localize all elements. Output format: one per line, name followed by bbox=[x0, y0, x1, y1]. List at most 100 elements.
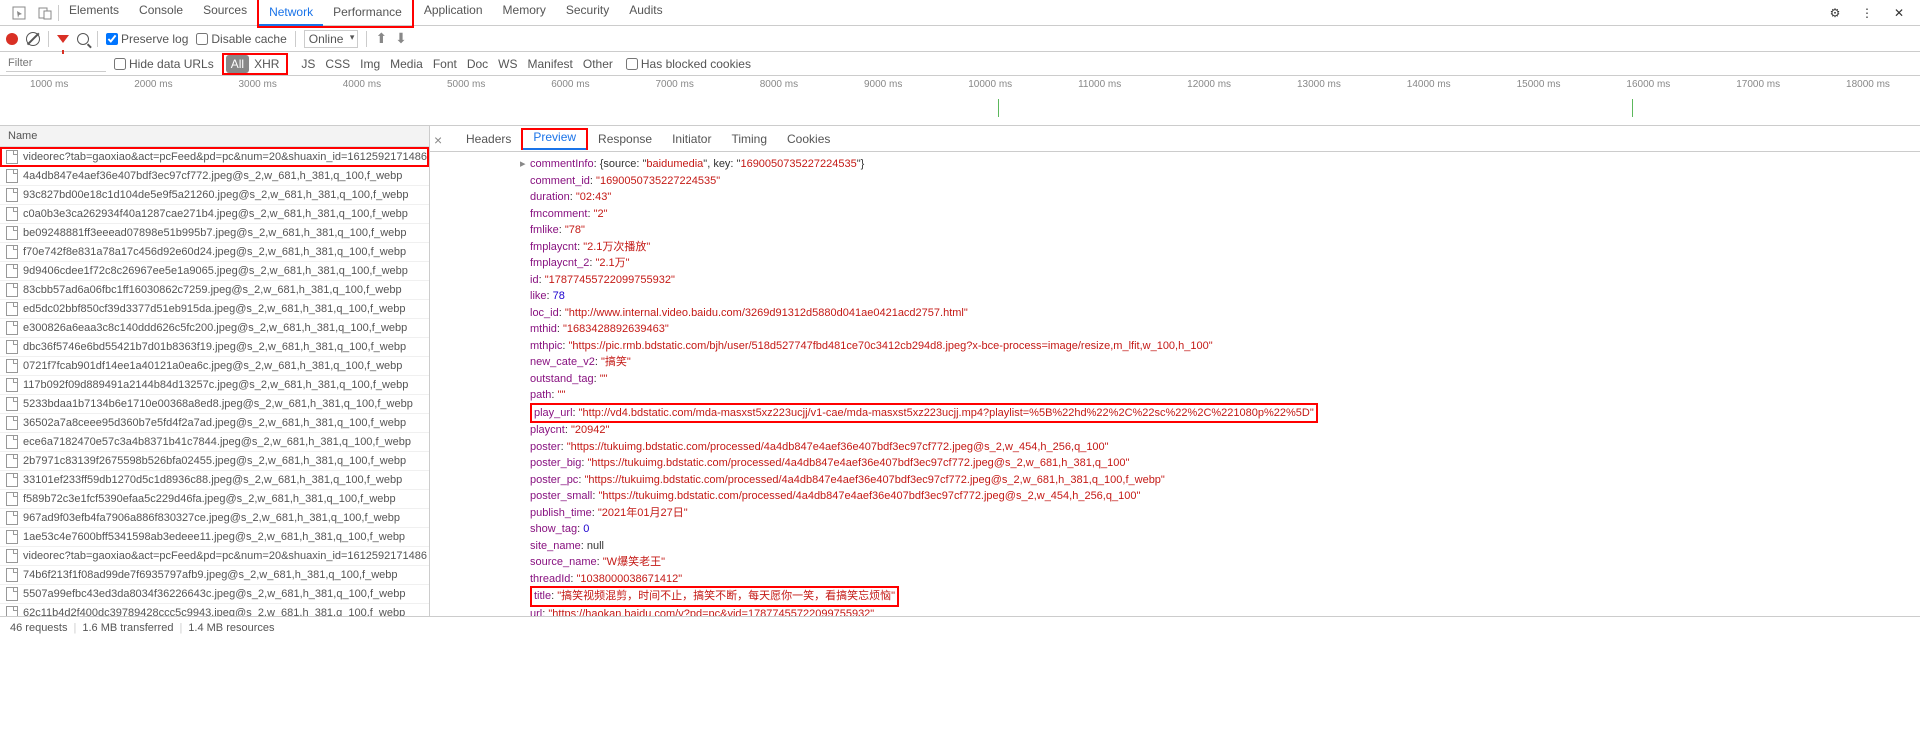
request-row[interactable]: 9d9406cdee1f72c8c26967ee5e1a9065.jpeg@s_… bbox=[0, 262, 429, 281]
type-filter-all[interactable]: All bbox=[226, 55, 249, 73]
request-row[interactable]: 1ae53c4e7600bff5341598ab3edeee11.jpeg@s_… bbox=[0, 528, 429, 547]
request-row[interactable]: f70e742f8e831a78a17c456d92e60d24.jpeg@s_… bbox=[0, 243, 429, 262]
preview-line[interactable]: fmlike: "78" bbox=[440, 222, 1910, 239]
request-row[interactable]: e300826a6eaa3c8c140ddd626c5fc200.jpeg@s_… bbox=[0, 319, 429, 338]
blocked-cookies-checkbox[interactable]: Has blocked cookies bbox=[626, 57, 751, 71]
request-row[interactable]: ece6a7182470e57c3a4b8371b41c7844.jpeg@s_… bbox=[0, 433, 429, 452]
filter-input[interactable] bbox=[6, 55, 106, 72]
preview-line[interactable]: poster_small: "https://tukuimg.bdstatic.… bbox=[440, 488, 1910, 505]
request-row[interactable]: 74b6f213f1f08ad99de7f6935797afb9.jpeg@s_… bbox=[0, 566, 429, 585]
preview-line[interactable]: like: 78 bbox=[440, 288, 1910, 305]
devtools-tab-console[interactable]: Console bbox=[129, 0, 193, 28]
devtools-tab-network[interactable]: Network bbox=[259, 0, 323, 26]
request-row[interactable]: ed5dc02bbf850cf39d3377d51eb915da.jpeg@s_… bbox=[0, 300, 429, 319]
device-toggle-icon[interactable] bbox=[36, 4, 54, 22]
type-filter-manifest[interactable]: Manifest bbox=[523, 55, 578, 73]
devtools-tab-application[interactable]: Application bbox=[414, 0, 493, 28]
preview-line[interactable]: fmplaycnt: "2.1万次播放" bbox=[440, 239, 1910, 256]
hide-data-urls-checkbox[interactable]: Hide data URLs bbox=[114, 57, 214, 71]
preview-line[interactable]: play_url: "http://vd4.bdstatic.com/mda-m… bbox=[440, 404, 1910, 423]
preview-line[interactable]: fmplaycnt_2: "2.1万" bbox=[440, 255, 1910, 272]
close-devtools-icon[interactable]: ✕ bbox=[1890, 4, 1908, 22]
more-icon[interactable]: ⋮ bbox=[1858, 4, 1876, 22]
detail-tab-cookies[interactable]: Cookies bbox=[777, 128, 840, 150]
settings-icon[interactable]: ⚙ bbox=[1826, 4, 1844, 22]
throttling-select[interactable]: Online bbox=[304, 30, 359, 48]
devtools-tab-audits[interactable]: Audits bbox=[619, 0, 672, 28]
request-row[interactable]: 33101ef233ff59db1270d5c1d8936c88.jpeg@s_… bbox=[0, 471, 429, 490]
preview-line[interactable]: threadId: "1038000038671412" bbox=[440, 571, 1910, 588]
type-filter-js[interactable]: JS bbox=[296, 55, 320, 73]
request-row[interactable]: 5507a99efbc43ed3da8034f36226643c.jpeg@s_… bbox=[0, 585, 429, 604]
preview-line[interactable]: poster: "https://tukuimg.bdstatic.com/pr… bbox=[440, 439, 1910, 456]
type-filter-img[interactable]: Img bbox=[355, 55, 385, 73]
preview-line[interactable]: url: "https://haokan.baidu.com/v?pd=pc&v… bbox=[440, 606, 1910, 617]
request-row[interactable]: 117b092f09d889491a2144b84d13257c.jpeg@s_… bbox=[0, 376, 429, 395]
preview-line[interactable]: publish_time: "2021年01月27日" bbox=[440, 505, 1910, 522]
detail-tab-timing[interactable]: Timing bbox=[721, 128, 777, 150]
preview-line[interactable]: playcnt: "20942" bbox=[440, 422, 1910, 439]
request-row[interactable]: videorec?tab=gaoxiao&act=pcFeed&pd=pc&nu… bbox=[0, 547, 429, 566]
request-row[interactable]: videorec?tab=gaoxiao&act=pcFeed&pd=pc&nu… bbox=[0, 147, 429, 167]
request-row[interactable]: 62c11b4d2f400dc39789428ccc5c9943.jpeg@s_… bbox=[0, 604, 429, 616]
request-row[interactable]: c0a0b3e3ca262934f40a1287cae271b4.jpeg@s_… bbox=[0, 205, 429, 224]
devtools-tab-sources[interactable]: Sources bbox=[193, 0, 257, 28]
type-filter-css[interactable]: CSS bbox=[320, 55, 355, 73]
type-filter-font[interactable]: Font bbox=[428, 55, 462, 73]
preview-line[interactable]: ▸commentInfo: {source: "baidumedia", key… bbox=[440, 156, 1910, 173]
devtools-tab-performance[interactable]: Performance bbox=[323, 0, 412, 26]
type-filter-xhr[interactable]: XHR bbox=[249, 55, 284, 73]
preview-line[interactable]: mthid: "1683428892639463" bbox=[440, 321, 1910, 338]
detail-tab-initiator[interactable]: Initiator bbox=[662, 128, 721, 150]
detail-tab-headers[interactable]: Headers bbox=[456, 128, 521, 150]
preview-line[interactable]: path: "" bbox=[440, 387, 1910, 404]
type-filter-other[interactable]: Other bbox=[578, 55, 618, 73]
preview-line[interactable]: poster_pc: "https://tukuimg.bdstatic.com… bbox=[440, 472, 1910, 489]
request-row[interactable]: 967ad9f03efb4fa7906a886f830327ce.jpeg@s_… bbox=[0, 509, 429, 528]
detail-tab-response[interactable]: Response bbox=[588, 128, 662, 150]
preview-line[interactable]: source_name: "W爆笑老王" bbox=[440, 554, 1910, 571]
clear-button[interactable] bbox=[26, 32, 40, 46]
timeline-overview[interactable]: 1000 ms2000 ms3000 ms4000 ms5000 ms6000 … bbox=[0, 76, 1920, 126]
request-row[interactable]: 5233bdaa1b7134b6e1710e00368a8ed8.jpeg@s_… bbox=[0, 395, 429, 414]
preserve-log-checkbox[interactable]: Preserve log bbox=[106, 32, 188, 46]
request-row[interactable]: 83cbb57ad6a06fbc1ff16030862c7259.jpeg@s_… bbox=[0, 281, 429, 300]
disable-cache-checkbox[interactable]: Disable cache bbox=[196, 32, 286, 46]
preview-line[interactable]: title: "搞笑视频混剪，时间不止，搞笑不断，每天愿你一笑，看搞笑忘烦恼" bbox=[440, 587, 1910, 606]
download-har-icon[interactable]: ⬇ bbox=[395, 30, 407, 47]
preview-line[interactable]: site_name: null bbox=[440, 538, 1910, 555]
request-row[interactable]: 4a4db847e4aef36e407bdf3ec97cf772.jpeg@s_… bbox=[0, 167, 429, 186]
record-button[interactable] bbox=[6, 33, 18, 45]
request-row[interactable]: 2b7971c83139f2675598b526bfa02455.jpeg@s_… bbox=[0, 452, 429, 471]
search-icon[interactable] bbox=[77, 33, 89, 45]
close-details-icon[interactable]: × bbox=[434, 132, 448, 146]
request-row[interactable]: be09248881ff3eeead07898e51b995b7.jpeg@s_… bbox=[0, 224, 429, 243]
type-filter-doc[interactable]: Doc bbox=[462, 55, 493, 73]
inspect-icon[interactable] bbox=[10, 4, 28, 22]
detail-tab-preview[interactable]: Preview bbox=[523, 126, 586, 150]
preview-line[interactable]: fmcomment: "2" bbox=[440, 206, 1910, 223]
preview-line[interactable]: duration: "02:43" bbox=[440, 189, 1910, 206]
preview-line[interactable]: comment_id: "1690050735227224535" bbox=[440, 173, 1910, 190]
preview-line[interactable]: new_cate_v2: "搞笑" bbox=[440, 354, 1910, 371]
request-row[interactable]: f589b72c3e1fcf5390efaa5c229d46fa.jpeg@s_… bbox=[0, 490, 429, 509]
name-column-header[interactable]: Name bbox=[0, 126, 429, 147]
preview-line[interactable]: mthpic: "https://pic.rmb.bdstatic.com/bj… bbox=[440, 338, 1910, 355]
request-row[interactable]: dbc36f5746e6bd55421b7d01b8363f19.jpeg@s_… bbox=[0, 338, 429, 357]
request-row[interactable]: 36502a7a8ceee95d360b7e5fd4f2a7ad.jpeg@s_… bbox=[0, 414, 429, 433]
request-row[interactable]: 0721f7fcab901df14ee1a40121a0ea6c.jpeg@s_… bbox=[0, 357, 429, 376]
preview-line[interactable]: id: "17877455722099755932" bbox=[440, 272, 1910, 289]
preview-line[interactable]: loc_id: "http://www.internal.video.baidu… bbox=[440, 305, 1910, 322]
filter-toggle-icon[interactable] bbox=[57, 35, 69, 43]
type-filter-media[interactable]: Media bbox=[385, 55, 428, 73]
type-filter-ws[interactable]: WS bbox=[493, 55, 522, 73]
devtools-tab-memory[interactable]: Memory bbox=[493, 0, 556, 28]
devtools-tab-elements[interactable]: Elements bbox=[59, 0, 129, 28]
preview-line[interactable]: show_tag: 0 bbox=[440, 521, 1910, 538]
preview-line[interactable]: outstand_tag: "" bbox=[440, 371, 1910, 388]
request-row[interactable]: 93c827bd00e18c1d104de5e9f5a21260.jpeg@s_… bbox=[0, 186, 429, 205]
preview-line[interactable]: poster_big: "https://tukuimg.bdstatic.co… bbox=[440, 455, 1910, 472]
devtools-tab-security[interactable]: Security bbox=[556, 0, 619, 28]
status-transferred: 1.6 MB transferred bbox=[82, 622, 173, 634]
upload-har-icon[interactable]: ⬆ bbox=[375, 30, 387, 47]
